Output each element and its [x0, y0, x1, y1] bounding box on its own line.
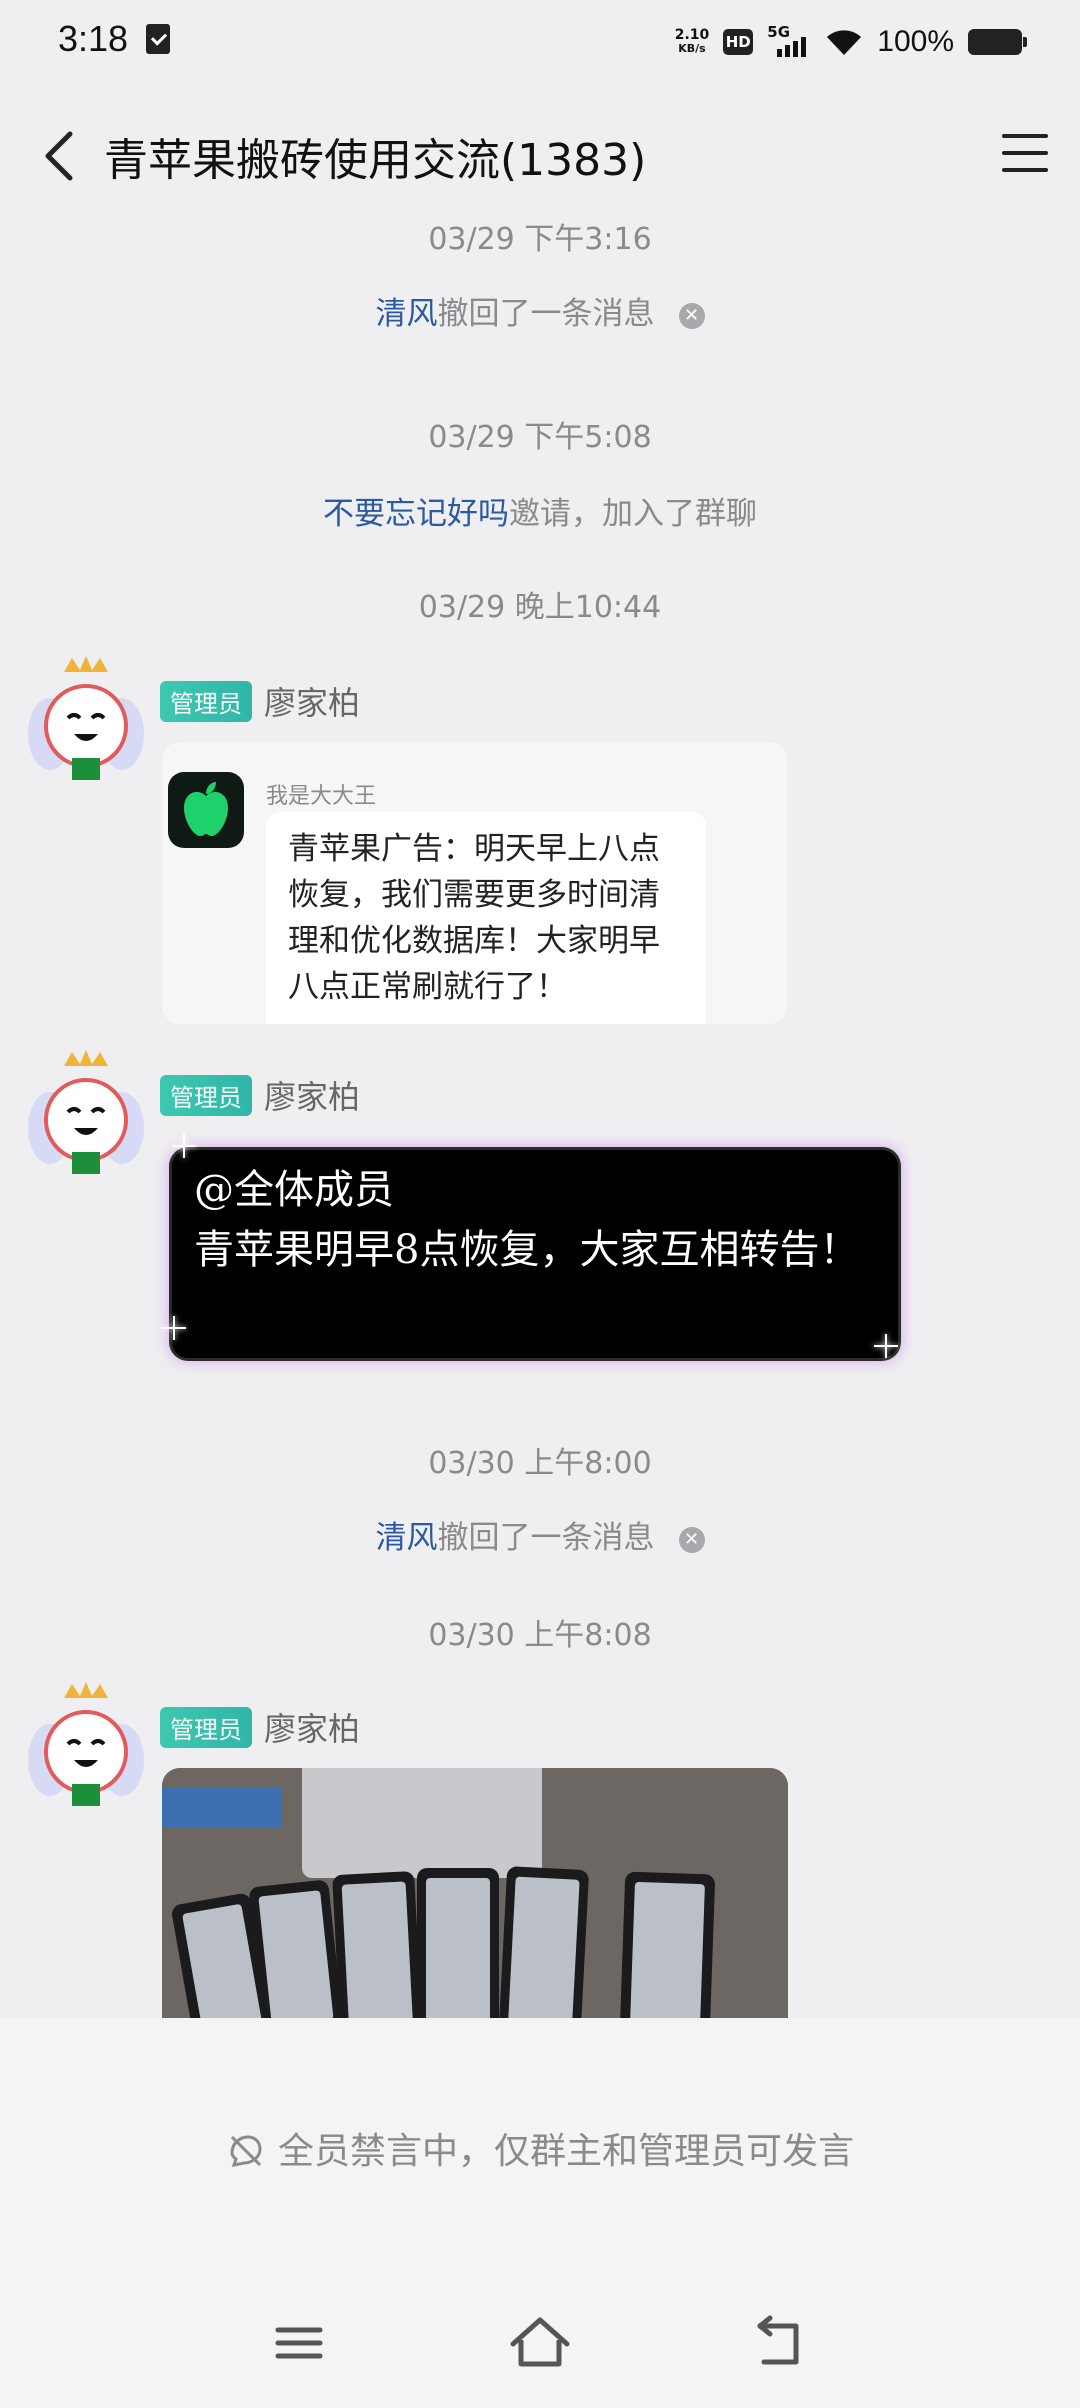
avatar[interactable] [18, 1680, 154, 1816]
signal-5g-icon: 5G [767, 23, 811, 59]
clipboard-check-icon [146, 24, 170, 54]
forwarded-message-card[interactable]: 我是大大王 青苹果广告：明天早上八点恢复，我们需要更多时间清理和优化数据库！大家… [162, 742, 787, 1024]
system-nav-bar [0, 2278, 1080, 2408]
avatar-image [28, 1682, 144, 1806]
sender-info: 管理员 廖家柏 [160, 678, 360, 724]
mute-notice: 全员禁言中，仅群主和管理员可发言 [0, 2122, 1080, 2174]
announcement-text: 青苹果明早8点恢复，大家互相转告！ [194, 1227, 860, 1273]
forwarded-text: 青苹果广告：明天早上八点恢复，我们需要更多时间清理和优化数据库！大家明早八点正常… [266, 812, 706, 1024]
group-title: 青苹果搬砖使用交流(1383) [104, 135, 647, 186]
avatar[interactable] [18, 654, 154, 790]
photo-phones-on-desk [162, 1768, 788, 2018]
nav-menu-icon [275, 2327, 323, 2359]
nav-home-button[interactable] [505, 2308, 575, 2378]
back-button[interactable] [30, 120, 100, 190]
image-message[interactable] [162, 1768, 788, 2018]
nav-back-button[interactable] [746, 2308, 816, 2378]
recall-text: 撤回了一条消息 [437, 296, 655, 332]
group-menu-button[interactable] [994, 122, 1056, 184]
join-notice: 不要忘记好吗邀请，加入了群聊 [0, 488, 1080, 533]
recall-user-link[interactable]: 清风 [376, 1520, 438, 1556]
hd-icon: HD [723, 29, 754, 55]
sparkle-decoration [172, 1134, 196, 1158]
recall-notice: 清风撤回了一条消息 ✕ [0, 1512, 1080, 1557]
status-right: 2.10 KB/s HD 5G 100% [675, 22, 1027, 62]
recall-user-link[interactable]: 清风 [376, 296, 438, 332]
avatar[interactable] [18, 1048, 154, 1184]
join-text: 邀请，加入了群聊 [509, 496, 757, 532]
admin-badge: 管理员 [160, 680, 252, 722]
battery-icon [968, 29, 1027, 55]
status-time: 3:18 [58, 18, 129, 59]
sparkle-decoration [874, 1334, 898, 1358]
nav-home-icon [510, 2317, 570, 2367]
chat-list[interactable]: 03/29 下午3:16 清风撤回了一条消息 ✕ 03/29 下午5:08 不要忘… [0, 210, 1080, 2018]
recall-text: 撤回了一条消息 [437, 1520, 655, 1556]
mute-text: 全员禁言中，仅群主和管理员可发言 [277, 2131, 854, 2172]
wifi-icon [827, 30, 862, 55]
mention-all: @全体成员 [194, 1167, 394, 1213]
timestamp: 03/29 下午3:16 [428, 222, 652, 257]
sender-name[interactable]: 廖家柏 [264, 1704, 360, 1750]
sparkle-decoration [162, 1316, 186, 1340]
avatar-image [28, 1050, 144, 1174]
sender-name[interactable]: 廖家柏 [264, 678, 360, 724]
nav-back-icon [757, 2315, 799, 2365]
timestamp: 03/29 下午5:08 [428, 420, 652, 455]
muted-icon [230, 2135, 262, 2167]
inviter-link[interactable]: 不要忘记好吗 [323, 496, 509, 532]
timestamp: 03/30 上午8:00 [428, 1446, 652, 1481]
network-speed: 2.10 KB/s [675, 28, 710, 56]
avatar-image [28, 656, 144, 780]
sender-info: 管理员 廖家柏 [160, 1072, 360, 1118]
recall-notice: 清风撤回了一条消息 ✕ [0, 288, 1080, 333]
announcement-bubble[interactable]: @全体成员 青苹果明早8点恢复，大家互相转告！ [172, 1150, 898, 1358]
status-bar: 3:18 2.10 KB/s HD 5G 100% [0, 0, 1080, 84]
chat-header: 青苹果搬砖使用交流(1383) [0, 100, 1080, 210]
sender-name[interactable]: 廖家柏 [264, 1072, 360, 1118]
admin-badge: 管理员 [160, 1706, 252, 1748]
battery-percent: 100% [877, 25, 954, 58]
recall-close-icon[interactable]: ✕ [678, 1527, 705, 1553]
nav-menu-button[interactable] [264, 2308, 334, 2378]
muted-input-area: 全员禁言中，仅群主和管理员可发言 [0, 2018, 1080, 2278]
forwarded-sender-name: 我是大大王 [266, 784, 377, 809]
network-speed-value: 2.10 [674, 27, 710, 43]
timestamp: 03/30 上午8:08 [428, 1618, 652, 1653]
recall-close-icon[interactable]: ✕ [678, 303, 705, 329]
network-speed-unit: KB/s [678, 42, 706, 55]
timestamp: 03/29 晚上10:44 [418, 590, 662, 625]
back-icon [45, 131, 73, 181]
apple-app-icon [168, 772, 244, 848]
sender-info: 管理员 廖家柏 [160, 1704, 360, 1750]
app-root: 3:18 2.10 KB/s HD 5G 100% 青苹果搬砖使用交流(1383… [0, 0, 1080, 2408]
admin-badge: 管理员 [160, 1074, 252, 1116]
